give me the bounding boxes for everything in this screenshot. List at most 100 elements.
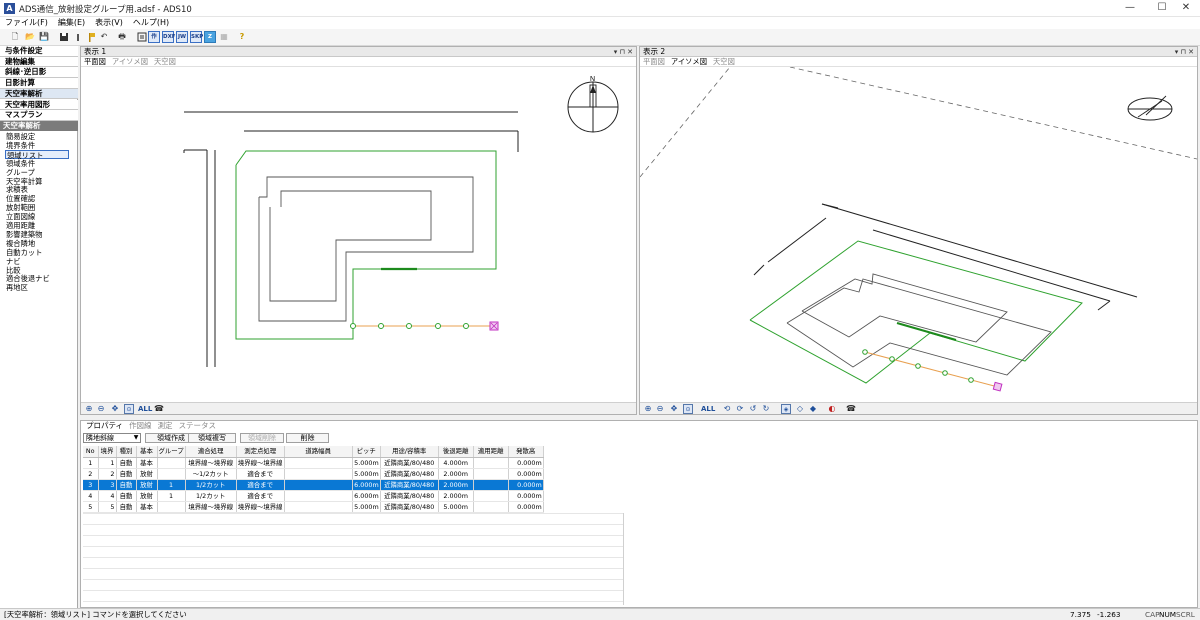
iso-view-icon[interactable]: ◈ <box>781 404 791 414</box>
grid-icon[interactable]: ▦ <box>218 31 230 43</box>
sidebar-item[interactable]: 簡易設定 <box>6 132 35 141</box>
copy-region-button[interactable]: 領域複写 <box>188 433 236 443</box>
minimize-button[interactable]: — <box>1116 0 1144 17</box>
table-cell[interactable]: 1 <box>83 457 99 469</box>
sidebar-item[interactable]: 放射範囲 <box>6 203 35 212</box>
table-cell[interactable]: 自動 <box>116 501 137 513</box>
table-cell[interactable]: 基本 <box>136 501 158 513</box>
table-cell[interactable]: 2.000m <box>438 490 474 502</box>
sidebar-item[interactable]: 複合隣地 <box>6 239 35 248</box>
table-cell[interactable]: 基本 <box>136 457 158 469</box>
table-cell[interactable]: 0.000m <box>508 501 544 513</box>
table-cell[interactable]: 5.000m <box>352 457 381 469</box>
menu-view[interactable]: 表示(V) <box>90 17 128 29</box>
table-cell[interactable] <box>284 501 353 513</box>
section-sky-figure[interactable]: 天空率用図形 <box>0 99 78 111</box>
column-header[interactable]: 後退距離 <box>438 446 474 458</box>
skp-export-button[interactable]: SKP <box>190 31 203 43</box>
table-cell[interactable]: 5.000m <box>438 501 474 513</box>
column-header[interactable]: 用途/容積率 <box>380 446 439 458</box>
shading-icon[interactable]: ◐ <box>827 404 837 414</box>
table-cell[interactable] <box>473 490 509 502</box>
table-cell[interactable]: 放射 <box>136 468 158 480</box>
sidebar-item[interactable]: 立面図線 <box>6 212 35 221</box>
table-cell[interactable]: 2 <box>98 468 117 480</box>
regulation-type-select[interactable]: 隣地斜線 ▼ <box>83 433 141 443</box>
view2-controls[interactable]: ▾ ⊓ ✕ <box>1175 47 1194 57</box>
table-cell[interactable]: 0.000m <box>508 457 544 469</box>
table-cell[interactable]: 1/2カット <box>185 479 237 491</box>
table-cell[interactable]: 近隣商業/80/480 <box>380 501 439 513</box>
table-cell[interactable]: 5.000m <box>352 468 381 480</box>
table-cell[interactable]: 近隣商業/80/480 <box>380 457 439 469</box>
table-row[interactable]: 3 3 自動 放射 1 1/2カット 適合まで 6.000m 近隣商業/80/480 2.000m… <box>83 479 544 491</box>
dxf-import-button[interactable]: DXF <box>162 31 176 43</box>
table-cell[interactable]: 3 <box>83 479 99 491</box>
table-cell[interactable]: 1 <box>98 457 117 469</box>
chevron-down-icon[interactable]: ▼ <box>132 434 140 442</box>
sidebar-item[interactable]: 天空率計算 <box>6 177 42 186</box>
menu-help[interactable]: ヘルプ(H) <box>128 17 174 29</box>
cube-side-icon[interactable]: ◆ <box>808 404 818 414</box>
table-cell[interactable]: 放射 <box>136 490 158 502</box>
sidebar-item[interactable]: 領域リスト <box>5 149 69 160</box>
rotate-up-icon[interactable]: ↺ <box>748 404 758 414</box>
table-cell[interactable]: 6.000m <box>352 479 381 491</box>
table-cell[interactable]: 4 <box>83 490 99 502</box>
zoom-window-icon[interactable]: ⊙ <box>683 404 693 414</box>
table-cell[interactable]: 4 <box>98 490 117 502</box>
table-cell[interactable]: 適合まで <box>236 468 285 480</box>
view1-tab-sky[interactable]: 天空図 <box>151 57 179 67</box>
menu-edit[interactable]: 編集(E) <box>53 17 90 29</box>
zoom-all-button[interactable]: ALL <box>701 404 715 414</box>
section-conditions[interactable]: 与条件設定 <box>0 46 78 57</box>
view2-tab-iso[interactable]: アイソメ図 <box>668 57 710 67</box>
zoom-window-icon[interactable]: ⊙ <box>124 404 134 414</box>
iso-canvas[interactable] <box>640 67 1197 403</box>
help-icon[interactable]: ? <box>236 31 248 43</box>
zoom-in-icon[interactable]: ⊕ <box>643 404 653 414</box>
table-cell[interactable]: 自動 <box>116 479 137 491</box>
column-header[interactable]: 境界 <box>98 446 117 458</box>
undo-icon[interactable]: ↶ <box>98 31 110 43</box>
table-cell[interactable]: 近隣商業/80/480 <box>380 468 439 480</box>
table-cell[interactable]: 1 <box>157 479 186 491</box>
open-folder-icon[interactable]: 📂 <box>24 31 36 43</box>
jww-import-button[interactable]: JW <box>176 31 188 43</box>
z-axis-button[interactable]: Z <box>204 31 216 43</box>
tab-measure[interactable]: 測定 <box>155 421 176 431</box>
save-as-icon[interactable] <box>52 31 68 43</box>
sidebar-item[interactable]: 領域条件 <box>6 159 35 168</box>
table-row[interactable]: 4 4 自動 放射 1 1/2カット 適合まで 6.000m 近隣商業/80/480 2.000m… <box>83 490 544 502</box>
section-mass-plan[interactable]: マスプラン <box>0 110 78 121</box>
table-cell[interactable]: 境界線〜境界線 <box>236 501 285 513</box>
plan-canvas[interactable]: N <box>81 67 636 403</box>
column-header[interactable]: 適用距離 <box>473 446 509 458</box>
table-cell[interactable]: 適合まで <box>236 479 285 491</box>
view1-tab-plan[interactable]: 平面図 <box>81 57 109 67</box>
table-cell[interactable] <box>473 457 509 469</box>
table-cell[interactable]: 2.000m <box>438 468 474 480</box>
table-cell[interactable]: 自動 <box>116 457 137 469</box>
table-row[interactable]: 2 2 自動 放射 〜1/2カット 適合まで 5.000m 近隣商業/80/480 2.000m… <box>83 468 544 480</box>
sidebar-item[interactable]: 適合後退ナビ <box>6 274 50 283</box>
zoom-out-icon[interactable]: ⊖ <box>655 404 665 414</box>
section-slant-line[interactable]: 斜線･逆日影 <box>0 67 78 79</box>
zoom-in-icon[interactable]: ⊕ <box>84 404 94 414</box>
view1-controls[interactable]: ▾ ⊓ ✕ <box>614 47 633 57</box>
table-cell[interactable]: 0.000m <box>508 468 544 480</box>
view2-tab-plan[interactable]: 平面図 <box>640 57 668 67</box>
sidebar-item[interactable]: 位置確認 <box>6 194 35 203</box>
section-shadow-calc[interactable]: 日影計算 <box>0 78 78 89</box>
column-header[interactable]: 基本 <box>136 446 158 458</box>
table-row[interactable]: 5 5 自動 基本 境界線〜境界線 境界線〜境界線 5.000m 近隣商業/80/480 5.0… <box>83 501 544 513</box>
rotate-down-icon[interactable]: ↻ <box>761 404 771 414</box>
rotate-right-icon[interactable]: ⟳ <box>735 404 745 414</box>
column-header[interactable]: グループ <box>157 446 186 458</box>
close-button[interactable]: ✕ <box>1172 0 1200 17</box>
table-cell[interactable]: 1 <box>157 490 186 502</box>
table-cell[interactable]: 0.000m <box>508 490 544 502</box>
flag-icon[interactable] <box>80 31 95 43</box>
rotate-left-icon[interactable]: ⟲ <box>722 404 732 414</box>
table-cell[interactable]: 1/2カット <box>185 490 237 502</box>
